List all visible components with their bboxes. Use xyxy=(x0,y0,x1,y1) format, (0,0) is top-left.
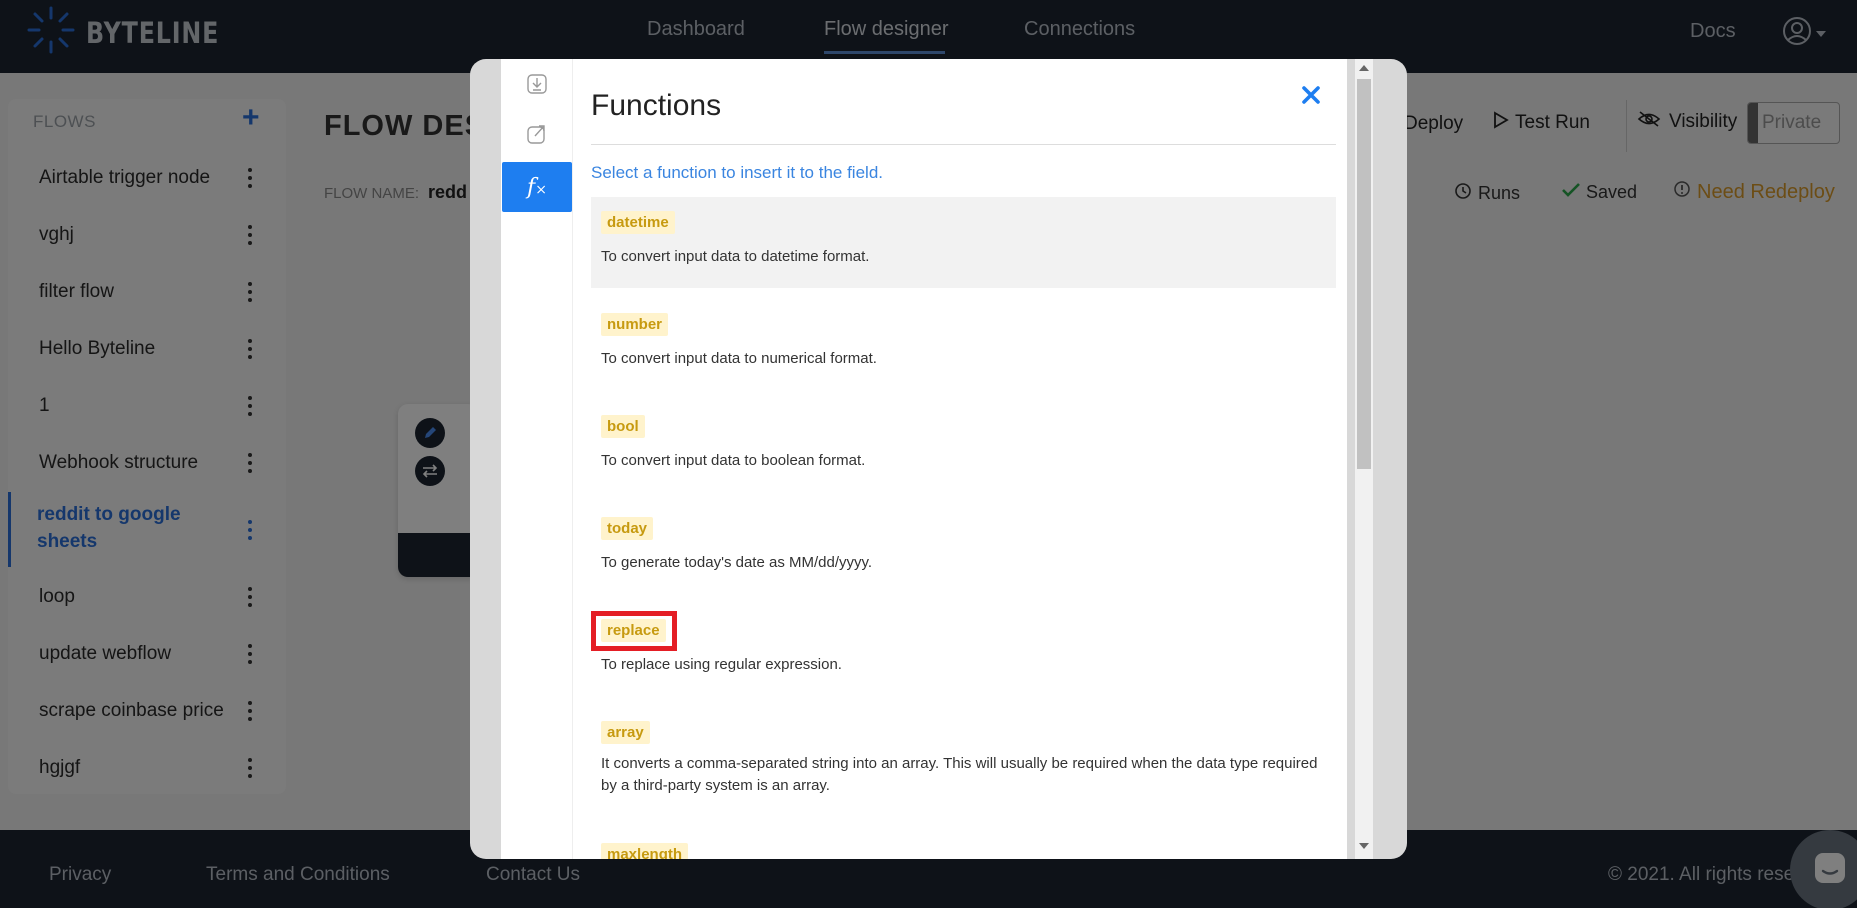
function-description: To replace using regular expression. xyxy=(601,656,842,673)
function-item-datetime[interactable]: datetime To convert input data to dateti… xyxy=(591,197,1336,288)
scroll-down-arrow-icon[interactable] xyxy=(1359,843,1369,849)
function-name-tag: maxlength xyxy=(601,843,689,859)
function-item-replace[interactable]: replace To replace using regular express… xyxy=(591,605,1336,696)
function-name-tag: today xyxy=(601,517,654,540)
function-description: To generate today's date as MM/dd/yyyy. xyxy=(601,554,873,571)
function-item-number[interactable]: number To convert input data to numerica… xyxy=(591,299,1336,390)
modal-tool-column: f× xyxy=(501,59,573,859)
function-description: To convert input data to boolean format. xyxy=(601,452,866,469)
modal-panel: f× Functions Select a function to insert… xyxy=(501,59,1347,859)
insert-input-icon[interactable] xyxy=(501,59,573,109)
functions-hint: Select a function to insert it to the fi… xyxy=(591,163,883,182)
selection-highlight-box xyxy=(591,611,677,651)
title-divider xyxy=(591,144,1336,145)
scrollbar-thumb[interactable] xyxy=(1357,79,1371,469)
function-description: It converts a comma-separated string int… xyxy=(601,755,1318,794)
functions-modal: f× Functions Select a function to insert… xyxy=(470,59,1407,859)
function-name-tag: datetime xyxy=(601,211,675,234)
function-description: To convert input data to numerical forma… xyxy=(601,350,877,367)
modal-title: Functions xyxy=(591,89,722,122)
function-name-tag: bool xyxy=(601,415,645,438)
export-output-icon[interactable] xyxy=(501,109,573,159)
function-item-array[interactable]: array It converts a comma-separated stri… xyxy=(591,707,1336,819)
close-icon[interactable] xyxy=(1291,75,1331,115)
scroll-up-arrow-icon[interactable] xyxy=(1359,65,1369,71)
function-name-tag: array xyxy=(601,721,650,744)
function-item-bool[interactable]: bool To convert input data to boolean fo… xyxy=(591,401,1336,492)
function-name-tag: number xyxy=(601,313,669,336)
function-item-today[interactable]: today To generate today's date as MM/dd/… xyxy=(591,503,1336,594)
function-description: To convert input data to datetime format… xyxy=(601,248,870,265)
function-item-maxlength[interactable]: maxlength xyxy=(591,829,1336,859)
modal-scrollbar[interactable] xyxy=(1355,59,1373,859)
function-fx-icon[interactable]: f× xyxy=(502,162,572,212)
